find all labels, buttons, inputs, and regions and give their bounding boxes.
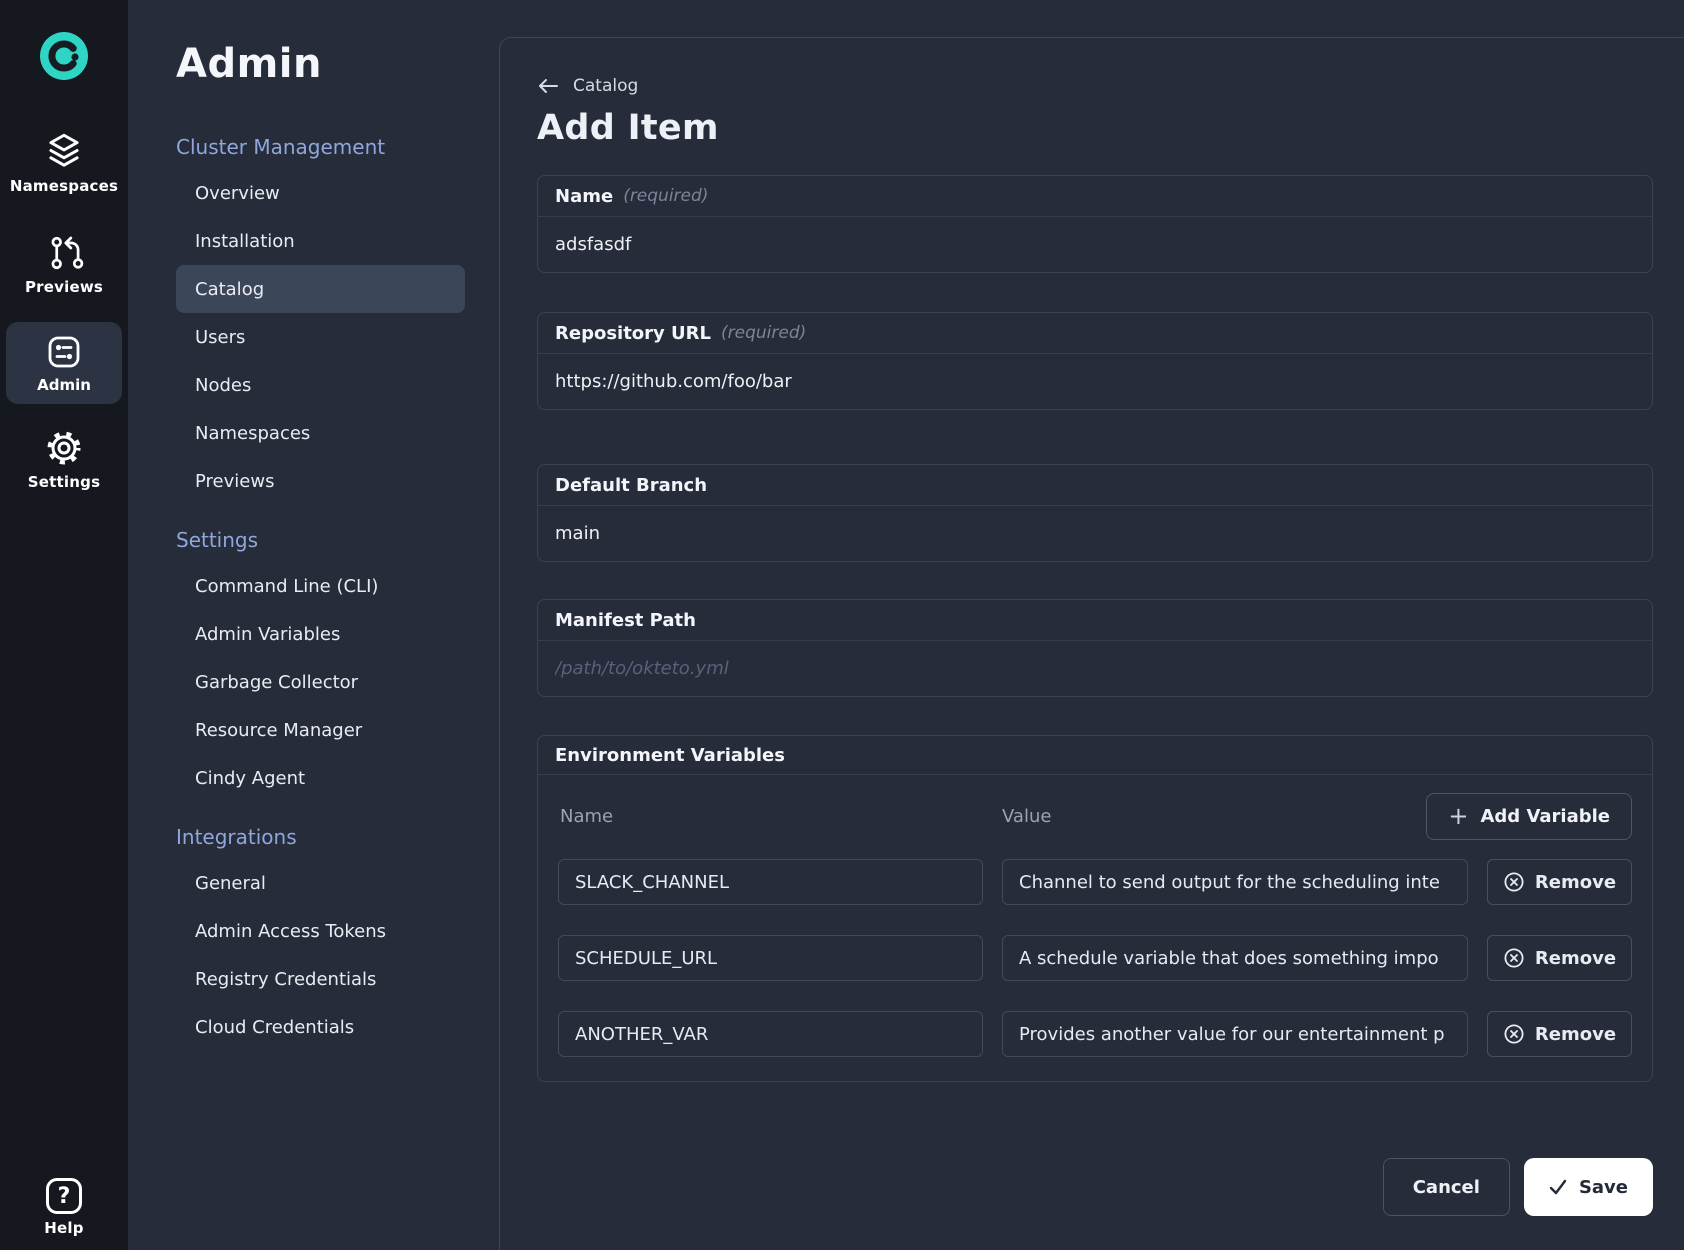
env-value-column-label: Value — [1002, 806, 1426, 827]
remove-label: Remove — [1535, 872, 1616, 893]
rail-label: Previews — [25, 278, 103, 296]
pull-request-icon — [44, 233, 84, 273]
add-variable-label: Add Variable — [1480, 806, 1610, 827]
section-label: Environment Variables — [555, 745, 785, 766]
check-icon — [1549, 1179, 1567, 1195]
manifest-path-input[interactable] — [538, 641, 1652, 696]
env-name-input[interactable] — [558, 935, 983, 981]
rail-label: Settings — [28, 473, 100, 491]
save-label: Save — [1579, 1177, 1628, 1198]
icon-rail: Namespaces Previews Admin — [0, 0, 128, 1250]
field-repository-url: Repository URL (required) — [537, 312, 1653, 410]
remove-label: Remove — [1535, 948, 1616, 969]
layers-icon — [43, 130, 85, 172]
env-value-input[interactable] — [1002, 859, 1468, 905]
main-panel: Catalog Add Item Name (required) Reposit… — [499, 37, 1684, 1250]
remove-variable-button[interactable]: Remove — [1487, 859, 1632, 905]
rail-label: Admin — [37, 376, 91, 394]
save-button[interactable]: Save — [1524, 1158, 1653, 1216]
settings-list: Command Line (CLI) Admin Variables Garba… — [176, 562, 465, 802]
page-title: Add Item — [537, 108, 1655, 148]
field-label: Manifest Path — [555, 610, 696, 631]
rail-label: Namespaces — [10, 177, 118, 195]
sidebar-item-cloud-credentials[interactable]: Cloud Credentials — [176, 1003, 465, 1051]
cluster-management-list: Overview Installation Catalog Users Node… — [176, 169, 465, 505]
required-hint: (required) — [721, 323, 806, 343]
form-footer: Cancel Save — [537, 1158, 1653, 1216]
breadcrumb[interactable]: Catalog — [537, 76, 638, 96]
field-default-branch-header: Default Branch — [538, 465, 1652, 506]
rail-label: Help — [44, 1219, 83, 1237]
plus-icon: + — [1448, 804, 1468, 828]
integrations-list: General Admin Access Tokens Registry Cre… — [176, 859, 465, 1051]
field-repository-url-header: Repository URL (required) — [538, 313, 1652, 354]
sidebar-title: Admin — [176, 42, 465, 86]
admin-sidebar: Admin Cluster Management Overview Instal… — [128, 0, 499, 1250]
circle-x-icon — [1503, 1023, 1525, 1045]
section-header-integrations: Integrations — [176, 824, 465, 850]
field-label: Default Branch — [555, 475, 707, 496]
remove-variable-button[interactable]: Remove — [1487, 1011, 1632, 1057]
environment-variables-section: Environment Variables Name Value + Add V… — [537, 735, 1653, 1082]
rail-item-admin-selected[interactable]: Admin — [6, 322, 122, 404]
rail-item-settings[interactable]: Settings — [0, 428, 128, 491]
field-label: Repository URL — [555, 323, 711, 344]
sidebar-item-general[interactable]: General — [176, 859, 465, 907]
sidebar-item-resource-manager[interactable]: Resource Manager — [176, 706, 465, 754]
question-icon: ? — [46, 1178, 82, 1214]
field-manifest-path: Manifest Path — [537, 599, 1653, 697]
sidebar-item-admin-access-tokens[interactable]: Admin Access Tokens — [176, 907, 465, 955]
sidebar-item-previews[interactable]: Previews — [176, 457, 465, 505]
section-header-settings: Settings — [176, 527, 465, 553]
repository-url-input[interactable] — [538, 354, 1652, 409]
required-hint: (required) — [623, 186, 708, 206]
sidebar-item-overview[interactable]: Overview — [176, 169, 465, 217]
sidebar-item-nodes[interactable]: Nodes — [176, 361, 465, 409]
field-manifest-path-header: Manifest Path — [538, 600, 1652, 641]
default-branch-input[interactable] — [538, 506, 1652, 561]
remove-variable-button[interactable]: Remove — [1487, 935, 1632, 981]
env-row: Remove — [558, 1011, 1632, 1057]
sidebar-item-users[interactable]: Users — [176, 313, 465, 361]
sidebar-item-catalog[interactable]: Catalog — [176, 265, 465, 313]
environment-variables-header: Environment Variables — [538, 736, 1652, 775]
sidebar-item-namespaces[interactable]: Namespaces — [176, 409, 465, 457]
breadcrumb-label[interactable]: Catalog — [573, 76, 638, 96]
cancel-button[interactable]: Cancel — [1383, 1158, 1510, 1216]
env-name-input[interactable] — [558, 1011, 983, 1057]
sidebar-item-command-line[interactable]: Command Line (CLI) — [176, 562, 465, 610]
rail-item-help[interactable]: ? Help — [0, 1178, 128, 1237]
env-value-input[interactable] — [1002, 935, 1468, 981]
env-row: Remove — [558, 935, 1632, 981]
field-name-header: Name (required) — [538, 176, 1652, 217]
field-label: Name — [555, 186, 613, 207]
circle-x-icon — [1503, 947, 1525, 969]
okteto-logo[interactable] — [40, 32, 88, 80]
sidebar-item-registry-credentials[interactable]: Registry Credentials — [176, 955, 465, 1003]
name-input[interactable] — [538, 217, 1652, 272]
remove-label: Remove — [1535, 1024, 1616, 1045]
sidebar-item-admin-variables[interactable]: Admin Variables — [176, 610, 465, 658]
env-name-column-label: Name — [558, 806, 1002, 827]
field-default-branch: Default Branch — [537, 464, 1653, 562]
circle-x-icon — [1503, 871, 1525, 893]
gear-icon — [44, 428, 84, 468]
rail-item-previews[interactable]: Previews — [0, 233, 128, 296]
arrow-left-icon[interactable] — [537, 78, 559, 94]
sidebar-item-installation[interactable]: Installation — [176, 217, 465, 265]
add-variable-button[interactable]: + Add Variable — [1426, 793, 1632, 840]
sidebar-item-garbage-collector[interactable]: Garbage Collector — [176, 658, 465, 706]
rail-item-namespaces[interactable]: Namespaces — [0, 130, 128, 195]
sliders-icon — [44, 332, 84, 372]
field-name: Name (required) — [537, 175, 1653, 273]
env-value-input[interactable] — [1002, 1011, 1468, 1057]
sidebar-item-cindy-agent[interactable]: Cindy Agent — [176, 754, 465, 802]
env-name-input[interactable] — [558, 859, 983, 905]
env-row: Remove — [558, 859, 1632, 905]
section-header-cluster-management: Cluster Management — [176, 134, 465, 160]
